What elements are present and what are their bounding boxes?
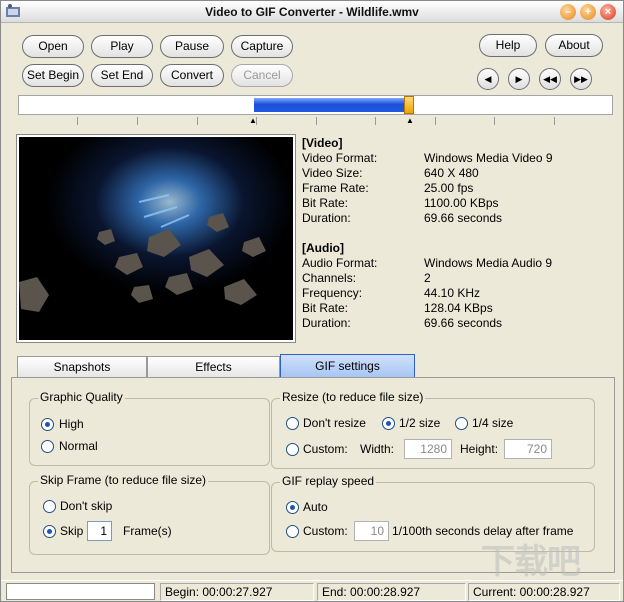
timeline-slider[interactable] [18, 95, 613, 115]
radio-icon[interactable] [382, 417, 395, 430]
quality-high-option[interactable]: High [41, 416, 84, 432]
begin-marker: ▲ [249, 116, 257, 125]
audio-header: [Audio] [302, 241, 344, 255]
progress-bar [6, 583, 155, 600]
info-row: Video Size: 640 X 480 [302, 166, 479, 180]
status-bar: Begin: 00:00:27.927 End: 00:00:28.927 Cu… [1, 580, 623, 601]
radio-icon[interactable] [286, 501, 299, 514]
info-row: Video Format: Windows Media Video 9 [302, 151, 553, 165]
end-marker: ▲ [406, 116, 414, 125]
frames-label: Frame(s) [123, 524, 172, 538]
skip-frame-group: Skip Frame (to reduce file size) Don't s… [29, 473, 270, 555]
tab-snapshots[interactable]: Snapshots [17, 356, 147, 378]
radio-icon[interactable] [286, 443, 299, 456]
current-time: Current: 00:00:28.927 [468, 583, 620, 601]
prev-frame-icon[interactable]: ◀ [477, 68, 499, 90]
resize-group: Resize (to reduce file size) Don't resiz… [271, 390, 595, 469]
info-row: Channels: 2 [302, 271, 431, 285]
open-button[interactable]: Open [22, 35, 84, 58]
info-row: Frame Rate: 25.00 fps [302, 181, 474, 195]
radio-icon[interactable] [43, 500, 56, 513]
radio-icon[interactable] [41, 418, 54, 431]
skip-frame-label: Skip Frame (to reduce file size) [38, 473, 209, 487]
skip-option[interactable]: Skip [43, 523, 83, 539]
quality-normal-option[interactable]: Normal [41, 438, 98, 454]
dont-skip-option[interactable]: Don't skip [43, 498, 112, 514]
set-begin-button[interactable]: Set Begin [22, 64, 84, 87]
replay-speed-label: GIF replay speed [280, 474, 377, 488]
radio-icon[interactable] [455, 417, 468, 430]
video-preview [16, 134, 296, 343]
pause-button[interactable]: Pause [160, 35, 224, 58]
main-window: Video to GIF Converter - Wildlife.wmv – … [0, 0, 624, 602]
info-row: Audio Format: Windows Media Audio 9 [302, 256, 553, 270]
end-time: End: 00:00:28.927 [317, 583, 466, 601]
play-button[interactable]: Play [91, 35, 153, 58]
title-bar[interactable]: Video to GIF Converter - Wildlife.wmv – … [1, 1, 623, 23]
info-row: Duration: 69.66 seconds [302, 211, 503, 225]
width-label: Width: [360, 442, 395, 456]
tab-bar: Snapshots Effects GIF settings [17, 354, 615, 378]
next-frame-icon[interactable]: ▶ [508, 68, 530, 90]
skip-frames-field[interactable]: 1 [87, 521, 112, 541]
close-icon[interactable]: × [600, 4, 616, 20]
radio-icon[interactable] [43, 525, 56, 538]
resize-half-option[interactable]: 1/2 size [382, 415, 440, 431]
window-title: Video to GIF Converter - Wildlife.wmv [205, 5, 419, 19]
info-row: Bit Rate: 1100.00 KBps [302, 196, 499, 210]
timeline-thumb[interactable] [404, 96, 414, 114]
watermark: 下载吧 [481, 543, 581, 581]
resize-custom-option[interactable]: Custom: [286, 441, 348, 457]
graphic-quality-group: Graphic Quality High Normal [29, 390, 270, 466]
fast-forward-icon[interactable]: ▶▶ [570, 68, 592, 90]
replay-auto-option[interactable]: Auto [286, 499, 328, 515]
set-end-button[interactable]: Set End [91, 64, 153, 87]
maximize-icon[interactable]: + [580, 4, 596, 20]
timeline-selection [254, 98, 409, 112]
resize-quarter-option[interactable]: 1/4 size [455, 415, 513, 431]
radio-icon[interactable] [286, 525, 299, 538]
resize-label: Resize (to reduce file size) [280, 390, 426, 404]
radio-icon[interactable] [41, 440, 54, 453]
video-header: [Video] [302, 136, 343, 150]
info-row: Frequency: 44.10 KHz [302, 286, 481, 300]
replay-custom-option[interactable]: Custom: [286, 523, 348, 539]
resize-none-option[interactable]: Don't resize [286, 415, 366, 431]
capture-button[interactable]: Capture [231, 35, 293, 58]
rewind-icon[interactable]: ◀◀ [539, 68, 561, 90]
height-field[interactable]: 720 [504, 439, 552, 459]
about-button[interactable]: About [545, 34, 603, 57]
height-label: Height: [460, 442, 499, 456]
width-field[interactable]: 1280 [404, 439, 452, 459]
delay-field[interactable]: 10 [354, 521, 389, 541]
help-button[interactable]: Help [479, 34, 537, 57]
convert-button[interactable]: Convert [160, 64, 224, 87]
minimize-icon[interactable]: – [560, 4, 576, 20]
cancel-button[interactable]: Cancel [231, 64, 293, 87]
tab-gif-settings[interactable]: GIF settings [280, 354, 415, 378]
info-row: Duration: 69.66 seconds [302, 316, 503, 330]
timeline-ticks: ▲ ▲ [18, 117, 613, 127]
info-row: Bit Rate: 128.04 KBps [302, 301, 493, 315]
graphic-quality-label: Graphic Quality [38, 390, 125, 404]
radio-icon[interactable] [286, 417, 299, 430]
begin-time: Begin: 00:00:27.927 [160, 583, 314, 601]
tab-effects[interactable]: Effects [147, 356, 280, 378]
